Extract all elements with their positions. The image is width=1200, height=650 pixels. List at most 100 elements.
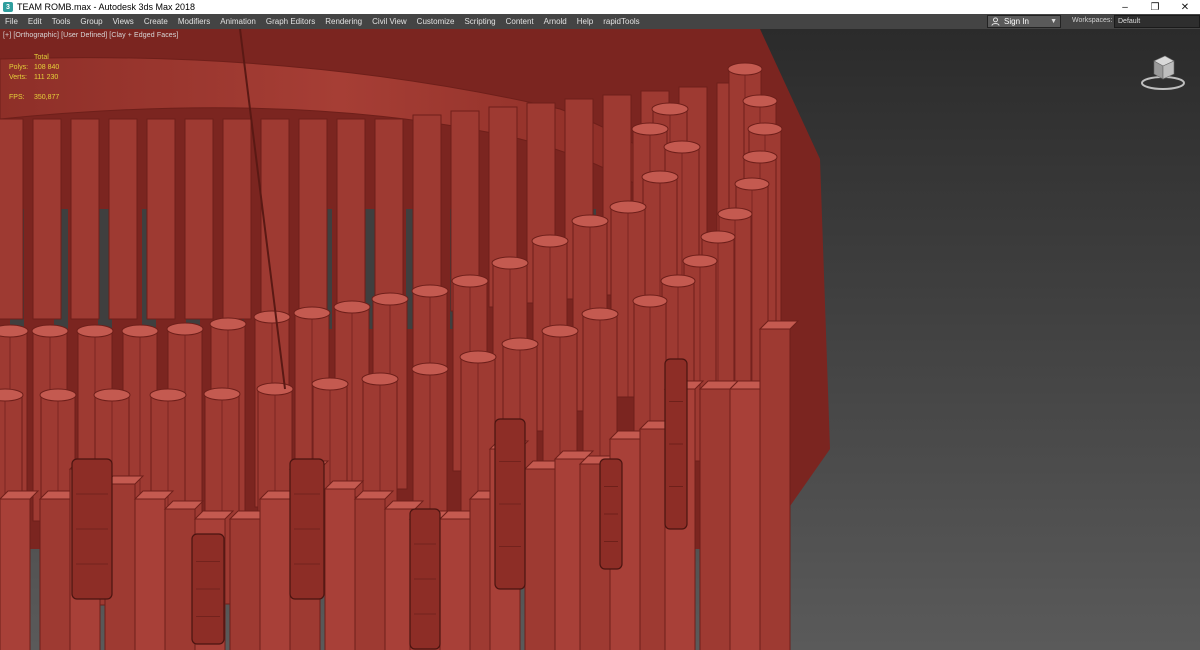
polys-label: Polys: (9, 64, 29, 71)
model-pillar-cap (76, 324, 114, 338)
menu-bar: File Edit Tools Group Views Create Modif… (0, 14, 1200, 29)
model-pillar-cap (121, 324, 159, 338)
menu-group[interactable]: Group (75, 17, 107, 26)
main-menu: File Edit Tools Group Views Create Modif… (0, 14, 645, 29)
model-pillar-cap (39, 388, 77, 402)
viewport-label[interactable]: [+] [Orthographic] [User Defined] [Clay … (3, 32, 178, 39)
model-pillar-cap (651, 102, 689, 116)
menu-edit[interactable]: Edit (23, 17, 47, 26)
model-pillar-cap (209, 317, 247, 331)
model-front-panel (164, 508, 196, 650)
model-pillar-cap (727, 62, 763, 76)
model-pillar-cap (571, 214, 609, 228)
sign-in-dropdown[interactable]: Sign In ▼ (987, 15, 1061, 28)
menu-file[interactable]: File (0, 17, 23, 26)
model-back-column (298, 118, 328, 320)
model-pillar-cap (411, 362, 449, 376)
menu-help[interactable]: Help (572, 17, 598, 26)
model-back-column (0, 118, 24, 320)
model-pillar-cap (166, 322, 204, 336)
model-pillar-cap (747, 122, 783, 136)
viewcube-icon[interactable] (1138, 49, 1188, 93)
model-front-panel (759, 328, 791, 650)
statistics-overlay: Total Polys: 108 840 Verts: 111 230 FPS: 35… (9, 53, 59, 103)
workspaces-label: Workspaces: (1072, 17, 1113, 24)
model-pillar-cap (411, 284, 449, 298)
model-pillar-cap (203, 387, 241, 401)
title-bar: 3 TEAM ROMB.max - Autodesk 3ds Max 2018 … (0, 0, 1200, 14)
model-back-column (32, 118, 62, 320)
model-pillar-cap (451, 274, 489, 288)
menu-graph-editors[interactable]: Graph Editors (261, 17, 320, 26)
model-front-panel (324, 488, 356, 650)
menu-civil-view[interactable]: Civil View (367, 17, 412, 26)
viewport[interactable]: [+] [Orthographic] [User Defined] [Clay … (0, 29, 1200, 650)
maximize-button[interactable]: ❐ (1140, 0, 1170, 14)
model-back-column (374, 118, 404, 320)
model-pillar-cap (742, 94, 778, 108)
minimize-button[interactable]: – (1110, 0, 1140, 14)
model-front-panel (439, 518, 471, 650)
model-front-panel (354, 498, 386, 650)
menu-content[interactable]: Content (501, 17, 539, 26)
model-pillar-cap (609, 200, 647, 214)
model-pillar-cap (682, 254, 718, 268)
verts-value: 111 230 (34, 74, 59, 81)
model-back-column (70, 118, 100, 320)
model-pillar-cap (581, 307, 619, 321)
model-back-column (146, 118, 176, 320)
sign-in-label: Sign In (1004, 17, 1029, 26)
model-pillar-cap (742, 150, 778, 164)
model-pillar-cap (541, 324, 579, 338)
model-pillar-cap (293, 306, 331, 320)
model-front-panel (259, 498, 291, 650)
model-front-panel (699, 388, 731, 650)
polys-value: 108 840 (34, 64, 60, 71)
verts-label: Verts: (9, 74, 27, 81)
stats-header: Total (34, 54, 49, 61)
model-pillar-cap (333, 300, 371, 314)
model-pillar-cap (632, 294, 668, 308)
window-title: TEAM ROMB.max - Autodesk 3ds Max 2018 (17, 2, 196, 12)
model-pillar-cap (631, 122, 669, 136)
model-front-panel (0, 498, 31, 650)
model-pillar-cap (641, 170, 679, 184)
model-front-panel (729, 388, 761, 650)
model-pillar-cap (149, 388, 187, 402)
model-pillar-cap (361, 372, 399, 386)
chevron-down-icon: ▼ (1050, 18, 1057, 25)
model-back-column (336, 118, 366, 320)
model-front-panel (524, 468, 556, 650)
3d-model[interactable] (0, 29, 830, 650)
fps-value: 350,877 (34, 94, 60, 101)
model-back-column (108, 118, 138, 320)
menu-scripting[interactable]: Scripting (459, 17, 500, 26)
app-icon: 3 (3, 2, 13, 12)
model-pillar-cap (0, 324, 29, 338)
menu-rendering[interactable]: Rendering (320, 17, 367, 26)
model-pillar-cap (31, 324, 69, 338)
close-button[interactable]: ✕ (1170, 0, 1200, 14)
model-pillar-cap (491, 256, 529, 270)
menu-rapidtools[interactable]: rapidTools (598, 17, 644, 26)
model-pillar-cap (663, 140, 701, 154)
model-pillar-cap (700, 230, 736, 244)
model-pillar-cap (531, 234, 569, 248)
menu-modifiers[interactable]: Modifiers (173, 17, 215, 26)
model-back-column (260, 118, 290, 320)
menu-views[interactable]: Views (108, 17, 139, 26)
menu-arnold[interactable]: Arnold (539, 17, 572, 26)
menu-customize[interactable]: Customize (412, 17, 460, 26)
model-pillar-cap (256, 382, 294, 396)
model-pillar-cap (93, 388, 131, 402)
menu-create[interactable]: Create (139, 17, 173, 26)
model-pillar-cap (253, 310, 291, 324)
model-front-panel (134, 498, 166, 650)
menu-tools[interactable]: Tools (47, 17, 76, 26)
model-front-panel (39, 498, 71, 650)
scene-canvas[interactable] (0, 29, 1200, 650)
model-pillar-cap (459, 350, 497, 364)
menu-animation[interactable]: Animation (215, 17, 261, 26)
model-pillar-cap (501, 337, 539, 351)
workspaces-select[interactable]: Default (1114, 15, 1200, 28)
